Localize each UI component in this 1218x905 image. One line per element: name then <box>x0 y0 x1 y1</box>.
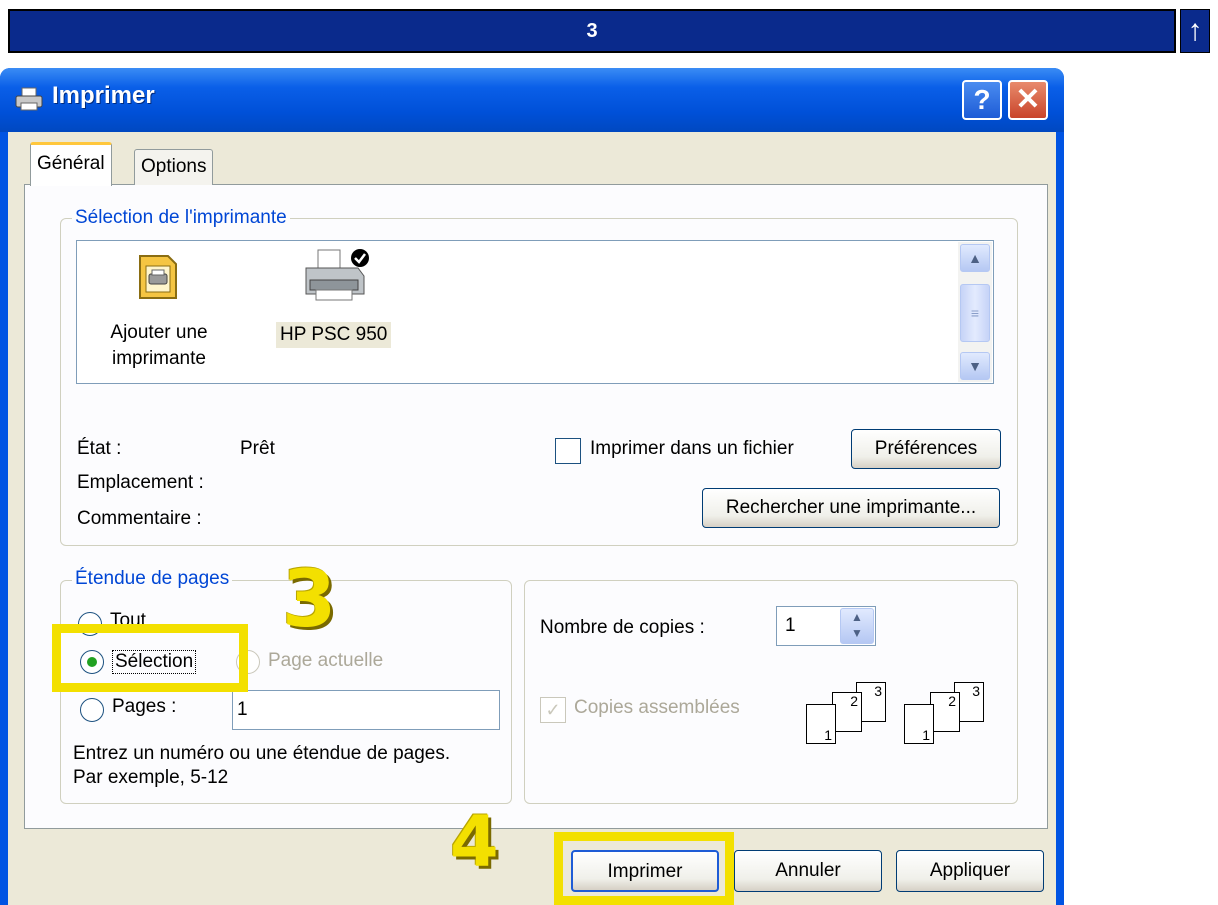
radio-pages[interactable] <box>80 698 104 722</box>
scroll-up-icon[interactable]: ▲ <box>960 244 990 272</box>
step-3-marker: 3 <box>282 555 337 645</box>
add-printer-label-line1: Ajouter une <box>110 322 208 343</box>
collate-page: 1 <box>904 704 934 744</box>
tab-options[interactable]: Options <box>134 149 214 185</box>
page-range-help: Entrez un numéro ou une étendue de pages… <box>73 742 450 790</box>
preferences-button[interactable]: Préférences <box>851 429 1001 469</box>
printer-default-icon[interactable] <box>300 246 372 304</box>
close-button[interactable]: ✕ <box>1008 80 1048 120</box>
page-range-help-line1: Entrez un numéro ou une étendue de pages… <box>73 743 451 764</box>
collate-checkbox: ✓ <box>540 697 566 723</box>
collate-illustration-2: 3 2 1 <box>904 682 984 748</box>
radio-current-page-label: Page actuelle <box>268 650 384 671</box>
tab-general[interactable]: Général <box>30 142 112 186</box>
add-printer-label-line2: imprimante <box>112 348 206 369</box>
add-printer-label: Ajouter une imprimante <box>96 320 222 372</box>
window-title: Imprimer <box>52 82 155 109</box>
collate-illustration-1: 3 2 1 <box>806 682 886 748</box>
cancel-button[interactable]: Annuler <box>734 850 882 892</box>
page-range-help-line2: Par exemple, 5-12 <box>73 767 229 788</box>
copies-count-label: Nombre de copies : <box>540 617 705 638</box>
collate-page: 1 <box>806 704 836 744</box>
collate-page: 2 <box>930 692 960 732</box>
collate-page: 2 <box>832 692 862 732</box>
printer-icon <box>15 87 43 111</box>
add-printer-icon <box>139 255 177 299</box>
find-printer-button[interactable]: Rechercher une imprimante... <box>702 488 1000 528</box>
banner-step-number: 3 <box>586 20 598 42</box>
title-bar[interactable] <box>0 68 1064 132</box>
step-4-marker: 4 <box>450 801 499 883</box>
comment-label: Commentaire : <box>77 508 202 529</box>
apply-button[interactable]: Appliquer <box>896 850 1044 892</box>
page-range-legend: Étendue de pages <box>72 568 233 590</box>
step-banner: 3 <box>8 9 1176 53</box>
print-to-file-label[interactable]: Imprimer dans un fichier <box>590 438 794 460</box>
collate-label: Copies assemblées <box>574 697 740 718</box>
location-label: Emplacement : <box>77 472 204 493</box>
highlight-print-button-box <box>554 832 734 905</box>
scroll-thumb[interactable]: ≡ <box>960 284 990 342</box>
radio-pages-label[interactable]: Pages : <box>112 696 176 718</box>
scroll-down-icon[interactable]: ▼ <box>960 352 990 380</box>
highlight-selection-box <box>52 624 248 692</box>
print-to-file-checkbox[interactable] <box>555 438 581 464</box>
status-label: État : <box>77 438 122 459</box>
up-arrow-icon[interactable]: ↑ <box>1180 9 1210 53</box>
status-value: Prêt <box>240 438 275 459</box>
pages-input[interactable]: 1 <box>232 690 500 730</box>
hp-printer-label[interactable]: HP PSC 950 <box>276 322 392 348</box>
copies-spinner-icon[interactable]: ▲ ▼ <box>840 608 874 644</box>
help-button[interactable]: ? <box>962 80 1002 120</box>
printer-selection-legend: Sélection de l'imprimante <box>72 207 290 229</box>
